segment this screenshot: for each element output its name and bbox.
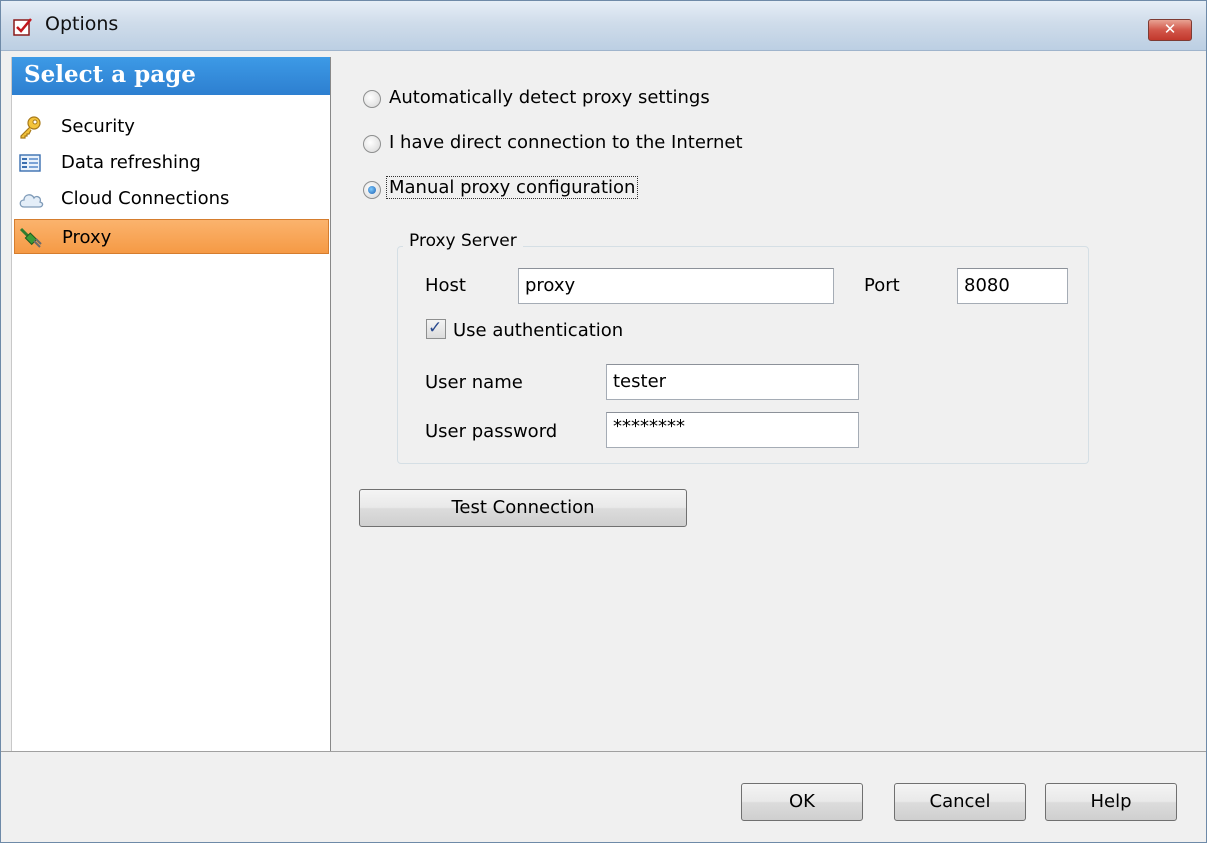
- sidebar-item-proxy[interactable]: Proxy: [14, 219, 329, 254]
- radio-label: Manual proxy configuration: [386, 176, 639, 199]
- footer-divider: [1, 751, 1206, 752]
- sidebar-item-label: Security: [61, 116, 135, 137]
- ok-button[interactable]: OK: [741, 783, 863, 821]
- key-icon: [18, 115, 42, 139]
- use-authentication-label: Use authentication: [453, 320, 624, 341]
- sidebar-item-label: Cloud Connections: [61, 188, 230, 209]
- radio-button[interactable]: [363, 90, 381, 108]
- user-password-label: User password: [425, 421, 558, 442]
- group-title: Proxy Server: [403, 231, 523, 251]
- radio-button[interactable]: [363, 135, 381, 153]
- options-dialog: Options ✕ Select a page Security Data re…: [0, 0, 1207, 843]
- checkmark-icon: ✓: [428, 318, 443, 338]
- sidebar-item-label: Proxy: [62, 227, 112, 248]
- title-bar: Options ✕: [1, 1, 1206, 51]
- use-authentication-checkbox[interactable]: ✓: [426, 318, 446, 339]
- port-input[interactable]: 8080: [957, 268, 1068, 304]
- host-input[interactable]: proxy: [518, 268, 834, 304]
- sidebar-item-data-refreshing[interactable]: Data refreshing: [14, 145, 329, 180]
- close-icon: ✕: [1163, 20, 1177, 38]
- table-icon: [18, 151, 42, 175]
- test-connection-button[interactable]: Test Connection: [359, 489, 687, 527]
- radio-label: I have direct connection to the Internet: [389, 132, 743, 153]
- checkbox-window-icon: [13, 17, 33, 37]
- sidebar-item-security[interactable]: Security: [14, 109, 329, 144]
- cancel-button[interactable]: Cancel: [894, 783, 1026, 821]
- host-label: Host: [425, 275, 466, 296]
- proxy-plug-icon: [19, 226, 43, 250]
- cloud-icon: [18, 187, 44, 211]
- page-list-header: Select a page: [12, 57, 330, 95]
- page-list: Select a page Security Data refreshing C…: [11, 57, 331, 751]
- help-button[interactable]: Help: [1045, 783, 1177, 821]
- user-name-label: User name: [425, 372, 523, 393]
- user-password-input[interactable]: ********: [606, 412, 859, 448]
- close-button[interactable]: ✕: [1148, 19, 1192, 41]
- user-name-input[interactable]: tester: [606, 364, 859, 400]
- radio-label: Automatically detect proxy settings: [389, 87, 710, 108]
- sidebar-item-label: Data refreshing: [61, 152, 201, 173]
- port-label: Port: [864, 275, 900, 296]
- window-title: Options: [45, 13, 119, 35]
- radio-button[interactable]: [363, 181, 381, 199]
- sidebar-item-cloud-connections[interactable]: Cloud Connections: [14, 181, 329, 216]
